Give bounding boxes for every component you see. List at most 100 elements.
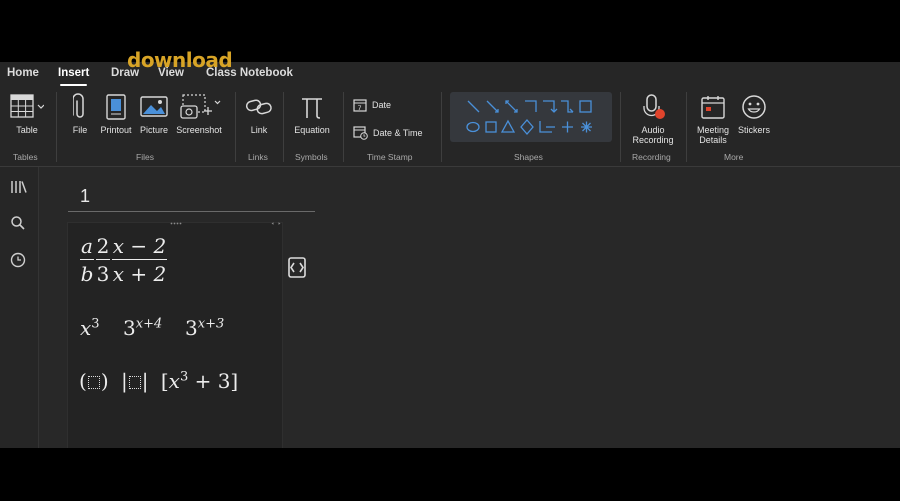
navigation-sidebar <box>0 167 39 448</box>
page-title[interactable]: 1 <box>80 186 90 207</box>
printout-icon <box>106 94 126 120</box>
group-label-symbols: Symbols <box>295 152 328 162</box>
ribbon-divider <box>235 92 236 162</box>
group-label-time-stamp: Time Stamp <box>367 152 413 162</box>
denominator: b <box>80 262 94 286</box>
smiley-icon <box>742 95 766 119</box>
date-time-label: Date & Time <box>373 127 423 138</box>
group-label-shapes: Shapes <box>514 152 543 162</box>
ribbon-divider <box>283 92 284 162</box>
exponent: x+4 <box>135 316 163 332</box>
audio-recording-label: Audio Recording <box>632 125 674 145</box>
bracket-open: [ <box>160 369 169 393</box>
power-3-x-plus-3[interactable]: 3x+3 <box>185 316 224 340</box>
numerator: 2 <box>96 234 110 258</box>
table-label: Table <box>16 125 38 135</box>
screenshot-button[interactable]: Screenshot <box>174 92 224 135</box>
abs-bar-left: | <box>120 369 128 393</box>
group-label-links: Links <box>248 152 268 162</box>
meeting-details-label: Meeting Details <box>696 125 730 145</box>
picture-icon <box>140 96 168 117</box>
group-label-tables: Tables <box>13 152 38 162</box>
fraction-2-3[interactable]: 2 3 <box>96 234 110 288</box>
link-button[interactable]: Link <box>244 92 274 135</box>
fraction-bar <box>96 259 110 261</box>
numerator: a <box>81 234 93 258</box>
fraction-bar <box>112 259 167 261</box>
meeting-details-button[interactable]: Meeting Details <box>695 92 731 145</box>
base: 3 <box>123 316 136 340</box>
meeting-calendar-icon <box>701 96 725 119</box>
exponent: 3 <box>179 369 189 385</box>
microphone-icon <box>643 94 665 119</box>
group-label-files: Files <box>136 152 154 162</box>
power-3-x-plus-4[interactable]: 3x+4 <box>123 316 162 340</box>
bracket-expressions[interactable]: () | | [x3 + 3] <box>79 369 238 393</box>
denominator: 3 <box>96 262 110 286</box>
table-icon <box>10 94 44 118</box>
tab-home[interactable]: Home <box>7 67 39 79</box>
base: 3 <box>185 316 198 340</box>
base: x <box>168 369 180 393</box>
calendar-icon: 7 <box>353 99 367 112</box>
pi-icon <box>302 98 322 119</box>
shapes-icon <box>466 100 592 135</box>
exponent: x+3 <box>197 316 225 332</box>
fraction-x-minus-2-over-x-plus-2[interactable]: x − 2 x + 2 <box>112 234 167 288</box>
group-label-more: More <box>724 152 744 162</box>
date-button[interactable]: 7 Date <box>353 98 391 112</box>
power-x-cubed[interactable]: x3 <box>80 316 100 340</box>
equation-button[interactable]: Equation <box>291 92 333 135</box>
ribbon-divider <box>686 92 687 162</box>
base: x <box>80 316 92 340</box>
container-move-handle[interactable] <box>170 222 182 225</box>
printout-button[interactable]: Printout <box>98 92 134 135</box>
ribbon-divider <box>620 92 621 162</box>
numerator: x − 2 <box>112 234 167 258</box>
picture-button[interactable]: Picture <box>137 92 171 135</box>
watermark: download <box>127 48 233 72</box>
table-button[interactable]: Table <box>8 92 46 135</box>
plus-three-close: + 3] <box>188 369 239 393</box>
printout-label: Printout <box>100 125 132 135</box>
paren-open: ( <box>79 369 87 393</box>
tab-insert[interactable]: Insert <box>58 67 89 86</box>
equation-label: Equation <box>294 125 330 135</box>
file-button[interactable]: File <box>70 92 90 135</box>
svg-text:7: 7 <box>358 104 362 112</box>
ribbon-divider <box>343 92 344 162</box>
link-icon <box>245 99 272 115</box>
picture-label: Picture <box>139 125 168 135</box>
recent-clock-icon[interactable] <box>10 252 26 268</box>
denominator: x + 2 <box>112 262 167 286</box>
paperclip-icon <box>73 93 84 118</box>
calendar-clock-icon <box>353 126 368 140</box>
abs-bar-right: | <box>141 369 149 393</box>
placeholder-box[interactable] <box>128 376 141 389</box>
exponent: 3 <box>91 316 100 332</box>
title-underline <box>68 211 315 212</box>
onenote-window: Home Insert Draw View Class Notebook Tab… <box>0 62 900 448</box>
container-resize-handle[interactable] <box>271 222 281 225</box>
ribbon-divider <box>441 92 442 162</box>
link-label: Link <box>250 125 268 135</box>
date-time-button[interactable]: Date & Time <box>353 125 423 140</box>
fraction-a-b[interactable]: a b <box>80 234 94 288</box>
file-label: File <box>72 125 88 135</box>
stickers-label: Stickers <box>737 125 770 135</box>
ribbon-divider <box>56 92 57 162</box>
screenshot-icon <box>180 94 221 119</box>
stickers-button[interactable]: Stickers <box>736 92 772 135</box>
group-label-recording: Recording <box>632 152 671 162</box>
search-icon[interactable] <box>10 215 26 231</box>
screenshot-label: Screenshot <box>176 125 222 135</box>
shapes-gallery[interactable] <box>450 92 612 142</box>
insert-ribbon: Table Tables File Printout Picture Scree… <box>0 88 900 167</box>
notebooks-icon[interactable] <box>10 179 28 195</box>
date-label: Date <box>372 100 392 110</box>
paren-close: ) <box>100 369 109 393</box>
fraction-bar <box>80 259 94 261</box>
audio-recording-button[interactable]: Audio Recording <box>630 92 676 145</box>
placeholder-box[interactable] <box>87 376 100 389</box>
equation-convert-icon[interactable] <box>283 253 311 281</box>
